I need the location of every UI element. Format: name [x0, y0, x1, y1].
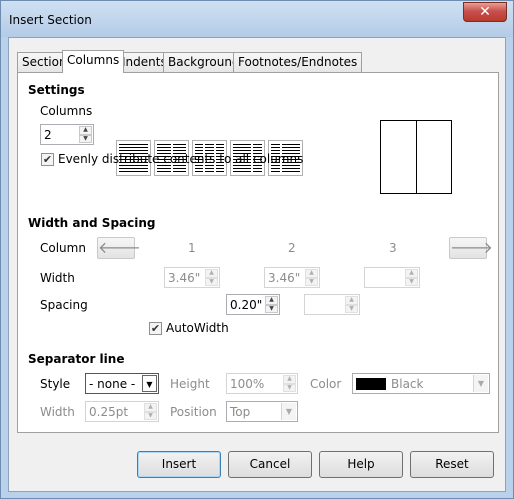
settings-heading: Settings — [28, 83, 85, 97]
spacing-1-field[interactable]: 0.20" ▲ ▼ — [226, 294, 280, 315]
dialog-body: Section Columns Indents Background Footn… — [8, 37, 506, 492]
next-columns-button[interactable]: 🡒 — [449, 237, 493, 259]
column-3-width-field[interactable]: ▲ ▼ — [364, 267, 420, 288]
chevron-down-icon: ▼ — [142, 375, 157, 392]
column-preview — [380, 120, 452, 194]
previous-columns-button[interactable]: 🡐 — [97, 237, 141, 259]
title-bar: Insert Section ✕ — [1, 1, 513, 37]
column-label: Column — [40, 241, 86, 255]
reset-button[interactable]: Reset — [410, 451, 494, 478]
right-arrow-icon: 🡒 — [450, 238, 493, 257]
checkmark-icon: ✔ — [42, 153, 53, 166]
increment-icon[interactable]: ▲ — [305, 269, 318, 278]
left-arrow-icon: 🡐 — [98, 238, 141, 257]
tab-footnotes-endnotes[interactable]: Footnotes/Endnotes — [233, 52, 363, 72]
decrement-icon[interactable]: ▼ — [405, 277, 418, 286]
position-label: Position — [170, 405, 217, 419]
separator-width-field[interactable]: 0.25pt ▲ ▼ — [85, 401, 159, 422]
spacing-2-field[interactable]: ▲ ▼ — [304, 294, 360, 315]
column-2-width-field[interactable]: 3.46" ▲ ▼ — [264, 267, 320, 288]
columns-panel: Settings Columns 2 ▲ ▼ ✔ Evenly distribut… — [17, 72, 499, 433]
decrement-icon[interactable]: ▼ — [79, 134, 92, 143]
checkmark-icon: ✔ — [150, 322, 161, 335]
height-label: Height — [170, 377, 210, 391]
separator-position-select[interactable]: Top ▼ — [226, 401, 298, 422]
help-button[interactable]: Help — [319, 451, 403, 478]
decrement-icon[interactable]: ▼ — [305, 277, 318, 286]
decrement-icon[interactable]: ▼ — [205, 277, 218, 286]
width-label: Width — [40, 271, 75, 285]
spacing-label: Spacing — [40, 298, 88, 312]
evenly-distribute-label: Evenly distribute contents to all column… — [58, 152, 304, 166]
column-number-1: 1 — [188, 241, 196, 255]
separator-width-label: Width — [40, 405, 75, 419]
evenly-distribute-checkbox[interactable]: ✔ — [41, 153, 54, 166]
decrement-icon[interactable]: ▼ — [144, 411, 157, 420]
tab-columns[interactable]: Columns — [62, 50, 125, 73]
color-label: Color — [310, 377, 342, 391]
decrement-icon[interactable]: ▼ — [345, 304, 358, 313]
window-title: Insert Section — [9, 13, 92, 27]
separator-heading: Separator line — [28, 352, 125, 366]
autowidth-label: AutoWidth — [166, 321, 229, 335]
close-button[interactable]: ✕ — [463, 2, 507, 22]
chevron-down-icon: ▼ — [281, 403, 296, 420]
column-number-2: 2 — [288, 241, 296, 255]
decrement-icon[interactable]: ▼ — [283, 383, 296, 392]
cancel-button[interactable]: Cancel — [228, 451, 312, 478]
separator-color-select[interactable]: Black ▼ — [352, 373, 490, 394]
style-label: Style — [40, 377, 71, 391]
close-icon: ✕ — [479, 4, 491, 20]
increment-icon[interactable]: ▲ — [205, 269, 218, 278]
increment-icon[interactable]: ▲ — [345, 296, 358, 305]
color-swatch — [356, 378, 386, 390]
decrement-icon[interactable]: ▼ — [265, 304, 278, 313]
columns-stepper[interactable]: 2 ▲ ▼ — [40, 124, 94, 145]
columns-label: Columns — [40, 104, 93, 118]
increment-icon[interactable]: ▲ — [265, 296, 278, 305]
autowidth-checkbox[interactable]: ✔ — [149, 322, 162, 335]
increment-icon[interactable]: ▲ — [405, 269, 418, 278]
insert-button[interactable]: Insert — [137, 451, 221, 478]
increment-icon[interactable]: ▲ — [283, 375, 296, 384]
insert-section-dialog: Insert Section ✕ Section Columns Indents… — [0, 0, 514, 499]
width-spacing-heading: Width and Spacing — [28, 216, 156, 230]
column-1-width-field[interactable]: 3.46" ▲ ▼ — [164, 267, 220, 288]
column-number-3: 3 — [389, 241, 397, 255]
increment-icon[interactable]: ▲ — [79, 126, 92, 135]
separator-style-select[interactable]: - none - ▼ — [85, 373, 159, 394]
chevron-down-icon: ▼ — [473, 375, 488, 392]
increment-icon[interactable]: ▲ — [144, 403, 157, 412]
separator-height-field[interactable]: 100% ▲ ▼ — [226, 373, 298, 394]
